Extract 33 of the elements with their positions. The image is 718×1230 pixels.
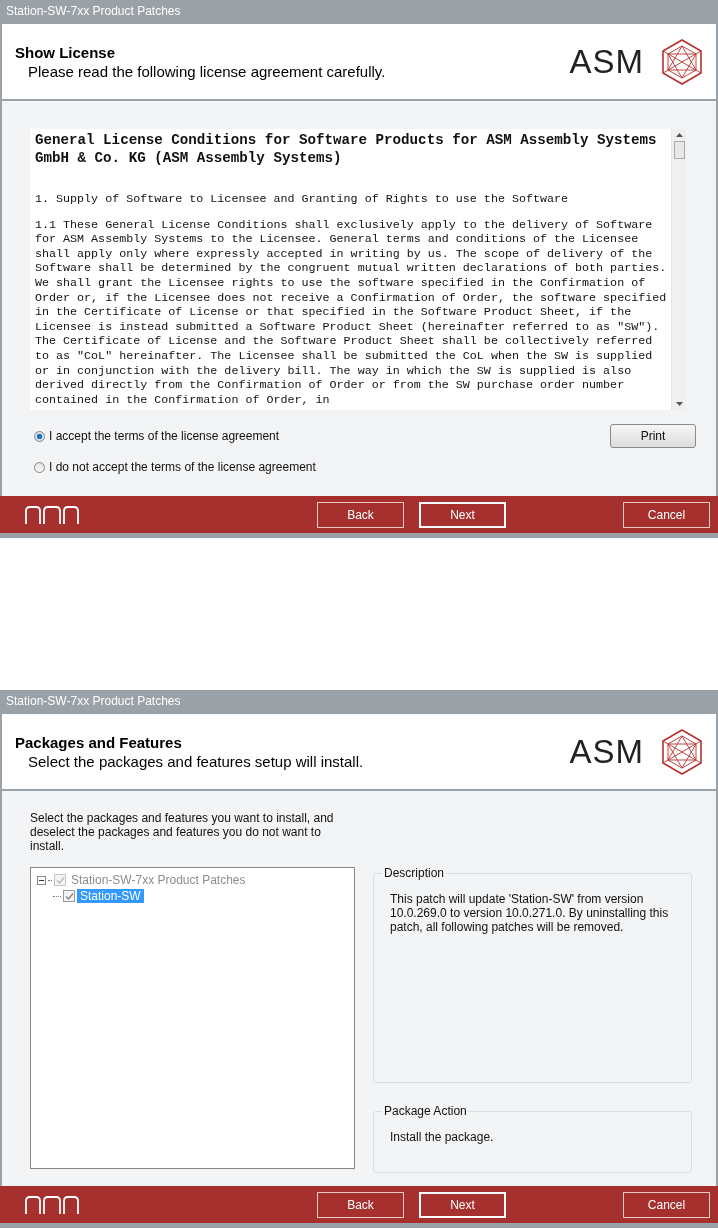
page-title: Packages and Features xyxy=(15,733,183,751)
print-button[interactable]: Print xyxy=(610,424,696,448)
scrollbar[interactable] xyxy=(671,129,686,410)
page-subtitle: Please read the following license agreement carefully. xyxy=(28,62,386,80)
group-title: Description xyxy=(382,866,447,880)
back-button[interactable]: Back xyxy=(317,1191,404,1218)
arches-logo-icon xyxy=(24,504,80,525)
cancel-button[interactable]: Cancel xyxy=(623,501,710,528)
logo-text: ASM xyxy=(569,732,644,771)
group-title: Package Action xyxy=(382,1104,469,1118)
group-text: This patch will update 'Station-SW' from version 10.0.269.0 to version 10.0.271.0. By uninstalling this patch, all following patches will be removed. xyxy=(390,892,670,934)
logo-text: ASM xyxy=(569,42,644,81)
scroll-thumb[interactable] xyxy=(673,141,685,159)
window-title: Station-SW-7xx Product Patches xyxy=(0,690,718,714)
window-title: Station-SW-7xx Product Patches xyxy=(0,0,718,24)
radio-label[interactable]: I do not accept the terms of the license agreement xyxy=(49,460,316,474)
page-subtitle: Select the packages and features setup will install. xyxy=(28,752,364,770)
next-button[interactable]: Next xyxy=(419,1191,506,1218)
arches-logo-icon xyxy=(24,1194,80,1215)
instructions-text: Select the packages and features you want to install, and deselect the packages and features you do not want to install. xyxy=(30,811,335,853)
license-paragraph: 1.1 These General License Conditions shall exclusively apply to the delivery of Software for ASM Assembly Systems to the Licensee. General terms and conditions of the Licensee shall apply only where expressly accepted in writing by us. The scope of delivery of the Software shall be determined by the congruent mutual written declarations of both parties. We shall grant the Licensee rights to use the software specified in the Confirmation of Order or, if the Licensee does not receive a Confirmation of Order, the software specified in the Certificate of License or that specified in the Software Product Sheet, if the Licensee is instead submitted a Software Product Sheet (hereinafter referred to as "SW"). The Certificate of License and the Software Product Sheet shall be collectively referred to as "CoL" hereinafter. The Licensee shall be submitted the CoL when the SW is supplied or in conjunction with the delivery bill. The way in which the SW is supplied is also derived directly from the Confirmation of Order or from the SW purchase order number contained in the Confirmation of Order, in xyxy=(35,217,667,408)
page-title: Show License xyxy=(15,43,117,61)
group-text: Install the package. xyxy=(390,1130,495,1144)
scroll-up-icon[interactable] xyxy=(675,133,683,137)
radio-button[interactable] xyxy=(34,430,45,442)
radio-label[interactable]: I accept the terms of the license agreement xyxy=(49,429,280,443)
back-button[interactable]: Back xyxy=(317,501,404,528)
cancel-button[interactable]: Cancel xyxy=(623,1191,710,1218)
radio-button[interactable] xyxy=(34,461,45,473)
next-button[interactable]: Next xyxy=(419,501,506,528)
license-heading: General License Conditions for Software Products for ASM Assembly Systems GmbH & Co. KG (ASM Assembly Systems) xyxy=(35,131,658,167)
license-paragraph: 1. Supply of Software to Licensee and Granting of Rights to use the Software xyxy=(35,192,570,207)
scroll-down-icon[interactable] xyxy=(675,402,683,406)
